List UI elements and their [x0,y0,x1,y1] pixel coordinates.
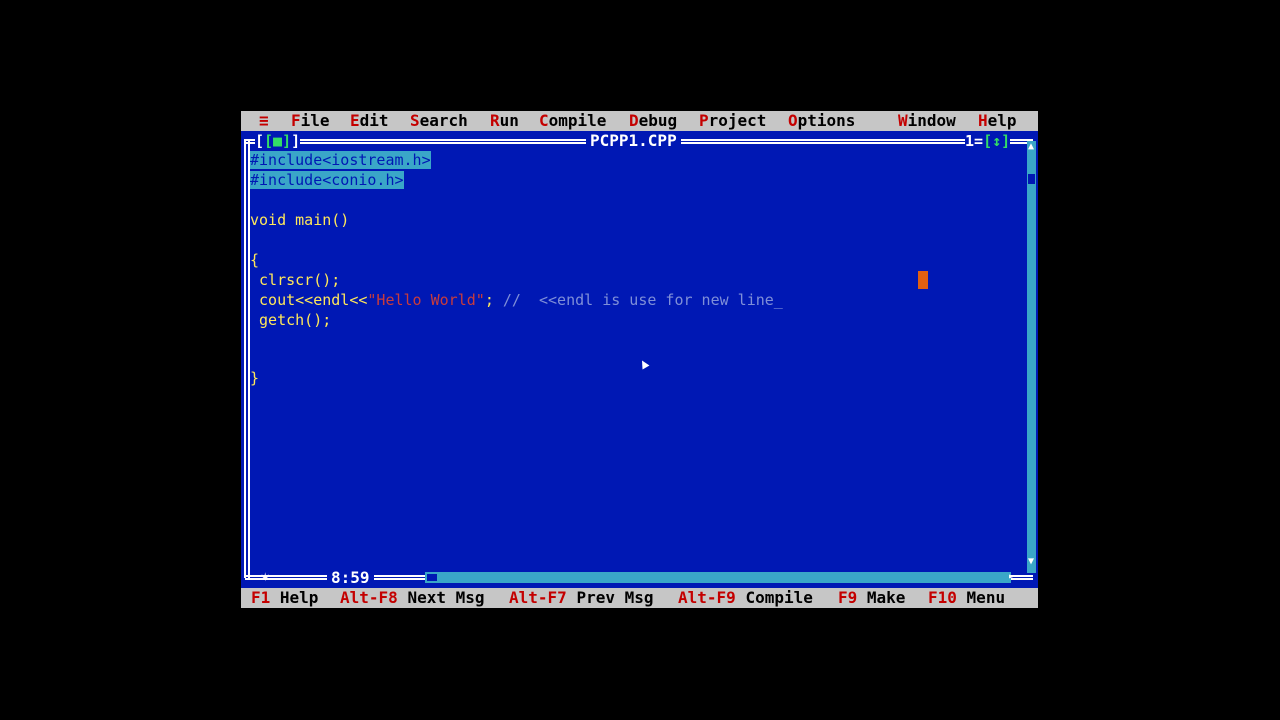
code-line: clrscr(); [250,271,341,289]
horizontal-scrollbar[interactable] [425,572,1011,583]
text-cursor [918,271,928,289]
code-line: cout<<endl<<"Hello World"; // <<endl is … [250,291,783,309]
status-compile[interactable]: Alt-F9 Compile [678,588,813,608]
cursor-position: 8:59 [327,568,374,588]
scroll-down-icon[interactable]: ▼ [1028,557,1034,567]
code-line: } [250,369,260,387]
code-line: void main() [250,211,350,229]
modified-indicator-icon: ✶ [261,569,270,585]
ide-screen: ≡ File Edit Search Run Compile Debug Pro… [241,111,1038,608]
close-icon: [■] [264,132,292,150]
menu-debug[interactable]: Debug [629,111,677,131]
code-line: #include<conio.h> [250,171,404,189]
scroll-right-icon[interactable]: ► [1009,572,1015,582]
zoom-icon[interactable]: [↕] [983,132,1010,150]
window-title: PCPP1.CPP [586,131,681,151]
scroll-up-icon[interactable]: ▲ [1028,142,1034,152]
menu-help[interactable]: Help [978,111,1017,131]
close-box[interactable]: [[■]] [255,131,301,151]
menu-window[interactable]: Window [898,111,956,131]
menu-file[interactable]: File [291,111,330,131]
status-bar: F1 Help Alt-F8 Next Msg Alt-F7 Prev Msg … [241,588,1038,608]
menu-search[interactable]: Search [410,111,468,131]
menu-bar: ≡ File Edit Search Run Compile Debug Pro… [241,111,1038,131]
status-menu[interactable]: F10 Menu [928,588,1005,608]
code-line: getch(); [250,311,332,329]
menu-options[interactable]: Options [788,111,855,131]
vertical-scroll-thumb[interactable] [1027,173,1036,185]
vertical-scrollbar[interactable] [1027,141,1036,573]
system-menu-icon[interactable]: ≡ [259,111,269,131]
status-help[interactable]: F1 Help [251,588,318,608]
menu-edit[interactable]: Edit [350,111,389,131]
status-make[interactable]: F9 Make [838,588,905,608]
status-prev-msg[interactable]: Alt-F7 Prev Msg [509,588,654,608]
window-number: 1=[↕] [965,131,1011,151]
menu-project[interactable]: Project [699,111,766,131]
menu-compile[interactable]: Compile [539,111,606,131]
code-editor[interactable]: #include<iostream.h> #include<conio.h> v… [250,150,1025,580]
code-line: { [250,251,260,269]
status-next-msg[interactable]: Alt-F8 Next Msg [340,588,485,608]
horizontal-scroll-thumb[interactable] [425,572,439,583]
menu-run[interactable]: Run [490,111,519,131]
code-line: #include<iostream.h> [250,151,431,169]
